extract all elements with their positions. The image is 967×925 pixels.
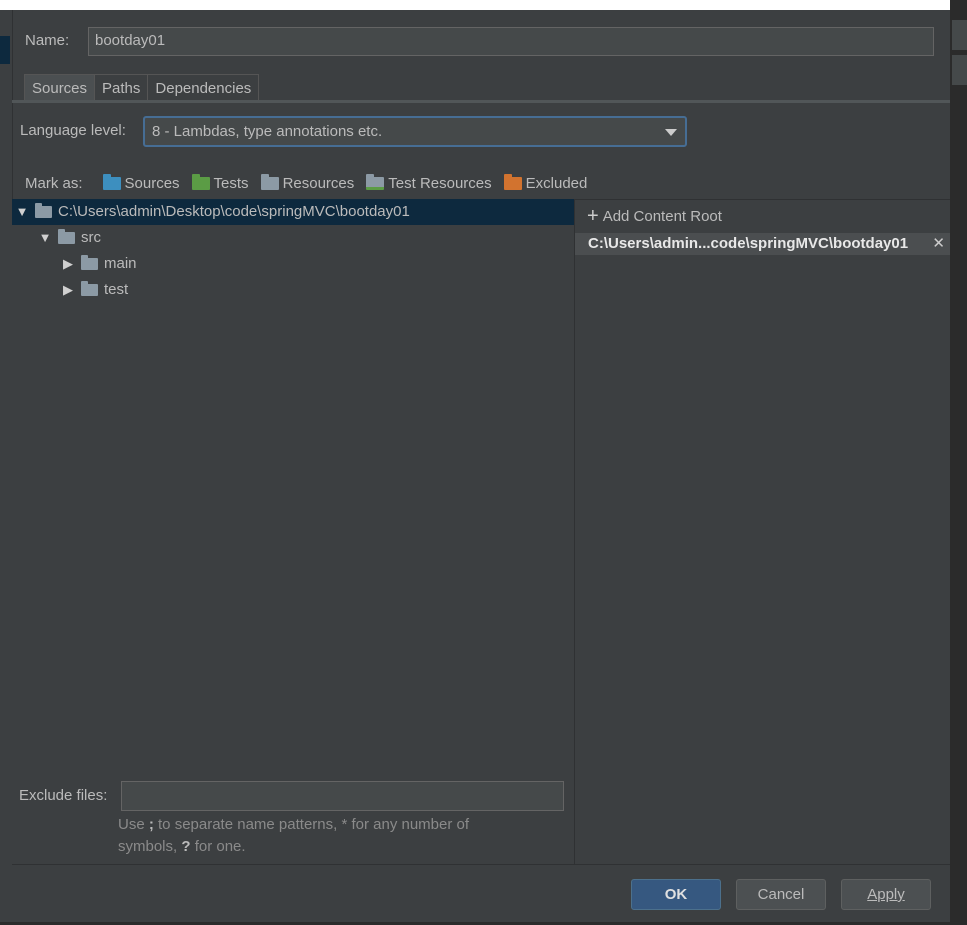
sources-folder-icon — [102, 173, 121, 190]
collapsed-arrow-icon[interactable]: ▶ — [61, 251, 75, 277]
name-label: Name: — [25, 32, 70, 49]
collapsed-arrow-icon[interactable]: ▶ — [61, 277, 75, 303]
remove-root-close-icon[interactable]: ✕ — [932, 233, 945, 255]
expanded-arrow-icon[interactable]: ▼ — [15, 199, 29, 225]
folder-icon — [81, 281, 98, 296]
language-level-select[interactable]: 8 - Lambdas, type annotations etc. — [143, 116, 687, 147]
dropdown-arrow-icon — [665, 129, 677, 136]
excluded-folder-icon — [503, 173, 522, 190]
tree-src-label: src — [81, 229, 101, 246]
dialog-footer: OK Cancel Apply — [12, 864, 950, 923]
tree-row-src[interactable]: ▼ src — [12, 225, 574, 251]
mark-as-label: Mark as: — [25, 174, 83, 192]
mark-sources-button[interactable]: Sources — [102, 173, 180, 192]
content-root-path: C:\Users\admin...code\springMVC\bootday0… — [588, 235, 909, 252]
cancel-button[interactable]: Cancel — [736, 879, 826, 910]
mark-resources-label: Resources — [282, 174, 355, 192]
add-content-root-label: Add Content Root — [602, 207, 722, 225]
exclude-files-label: Exclude files: — [19, 787, 108, 804]
ok-button[interactable]: OK — [631, 879, 721, 910]
tree-row-test[interactable]: ▶ test — [12, 277, 574, 303]
tree-main-label: main — [104, 255, 137, 272]
window-top-edge — [0, 0, 950, 10]
strip-segment — [952, 55, 967, 85]
source-folder-tree[interactable]: ▼ C:\Users\admin\Desktop\code\springMVC\… — [12, 199, 575, 864]
expanded-arrow-icon[interactable]: ▼ — [38, 225, 52, 251]
mark-excluded-button[interactable]: Excluded — [503, 173, 588, 192]
apply-button[interactable]: Apply — [841, 879, 931, 910]
resources-folder-icon — [260, 173, 279, 190]
mark-excluded-label: Excluded — [525, 174, 588, 192]
folder-icon — [58, 229, 75, 244]
mark-sources-label: Sources — [124, 174, 180, 192]
mark-as-toolbar: Mark as: Sources Tests Resources Test Re… — [25, 172, 599, 194]
mark-resources-button[interactable]: Resources — [260, 173, 355, 192]
mark-tests-label: Tests — [213, 174, 249, 192]
test-resources-folder-icon — [366, 173, 385, 190]
tests-folder-icon — [191, 173, 210, 190]
hint-text: Use — [118, 816, 149, 833]
right-scroll-strip — [950, 0, 967, 925]
hint-text: for one. — [190, 838, 246, 855]
folder-icon — [35, 203, 52, 218]
folder-icon — [81, 255, 98, 270]
tab-dependencies[interactable]: Dependencies — [147, 74, 260, 101]
strip-segment — [952, 20, 967, 50]
tab-paths[interactable]: Paths — [94, 74, 149, 101]
tree-row-root[interactable]: ▼ C:\Users\admin\Desktop\code\springMVC\… — [12, 199, 574, 225]
name-input[interactable]: bootday01 — [88, 27, 934, 56]
exclude-files-hint: Use ; to separate name patterns, * for a… — [118, 814, 538, 858]
tree-test-label: test — [104, 281, 129, 298]
mark-tests-button[interactable]: Tests — [191, 173, 249, 192]
add-content-root-button[interactable]: + Add Content Root — [587, 206, 722, 226]
plus-icon: + — [587, 205, 599, 227]
tree-row-main[interactable]: ▶ main — [12, 251, 574, 277]
language-level-value: 8 - Lambdas, type annotations etc. — [152, 123, 383, 140]
hint-text: symbols, — [118, 838, 182, 855]
tab-underline — [12, 100, 950, 103]
content-root-entry[interactable]: C:\Users\admin...code\springMVC\bootday0… — [575, 233, 950, 255]
hint-question: ? — [181, 838, 191, 855]
hint-text: to separate name patterns, * for any num… — [153, 816, 470, 833]
selected-module-marker[interactable] — [0, 36, 10, 64]
mark-test-resources-label: Test Resources — [388, 174, 492, 192]
tab-sources[interactable]: Sources — [24, 74, 96, 101]
exclude-files-input[interactable] — [121, 781, 564, 811]
module-tabs: Sources Paths Dependencies — [24, 74, 260, 102]
language-level-label: Language level: — [20, 122, 126, 139]
content-roots-panel: + Add Content Root C:\Users\admin...code… — [575, 199, 950, 865]
tree-root-label: C:\Users\admin\Desktop\code\springMVC\bo… — [58, 203, 410, 220]
mark-test-resources-button[interactable]: Test Resources — [366, 173, 492, 192]
